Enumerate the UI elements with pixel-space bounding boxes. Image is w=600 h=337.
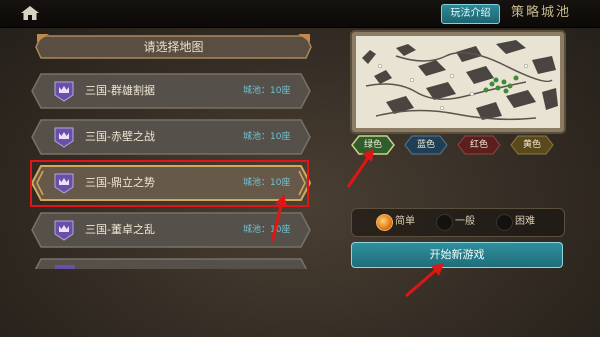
difficulty-label: 一般 — [455, 216, 475, 227]
color-label: 蓝色 — [416, 140, 435, 150]
color-option-yellow[interactable]: 黄色 — [510, 135, 554, 155]
map-preview — [350, 30, 566, 134]
color-selector: 绿色 蓝色 红色 黄色 — [351, 135, 561, 155]
crown-banner-icon — [53, 126, 75, 148]
color-option-green[interactable]: 绿色 — [351, 135, 395, 155]
map-item-partial[interactable] — [31, 257, 311, 269]
radio-selected-icon[interactable] — [376, 214, 393, 231]
gameplay-help-button[interactable]: 玩法介绍 — [441, 4, 500, 24]
map-item-qunxiong[interactable]: 三国-群雄割据 城池：10座 — [31, 72, 311, 110]
difficulty-label: 困难 — [515, 216, 535, 227]
radio-icon[interactable] — [496, 214, 513, 231]
color-label: 黄色 — [522, 140, 541, 150]
map-item-dongzhuo[interactable]: 三国-董卓之乱 城池：10座 — [31, 211, 311, 249]
map-item-chibi[interactable]: 三国-赤壁之战 城池：10座 — [31, 118, 311, 156]
color-option-blue[interactable]: 蓝色 — [404, 135, 448, 155]
top-bar: 玩法介绍 策略城池 — [0, 0, 600, 28]
home-icon[interactable] — [20, 4, 40, 22]
map-item-cities: 城池：10座 — [243, 132, 291, 142]
map-list-header: 请选择地图 — [35, 32, 312, 62]
map-item-name: 三国-赤壁之战 — [85, 130, 155, 143]
crown-banner-icon — [53, 219, 75, 241]
crown-banner-icon — [53, 80, 75, 102]
map-item-name: 三国-群雄割据 — [85, 84, 155, 97]
map-item-cities: 城池：10座 — [243, 86, 291, 96]
radio-icon[interactable] — [436, 214, 453, 231]
map-list-title: 请选择地图 — [143, 40, 204, 54]
color-option-red[interactable]: 红色 — [457, 135, 501, 155]
selection-highlight — [30, 160, 309, 207]
difficulty-label: 简单 — [395, 216, 415, 227]
map-item-name: 三国-董卓之乱 — [85, 223, 155, 236]
page-title: 策略城池 — [511, 5, 572, 20]
color-label: 绿色 — [363, 140, 382, 150]
difficulty-selector: 简单 一般 困难 — [351, 208, 565, 237]
map-item-cities: 城池：10座 — [243, 225, 291, 235]
color-label: 红色 — [469, 140, 488, 150]
start-new-game-button[interactable]: 开始新游戏 — [351, 242, 563, 268]
